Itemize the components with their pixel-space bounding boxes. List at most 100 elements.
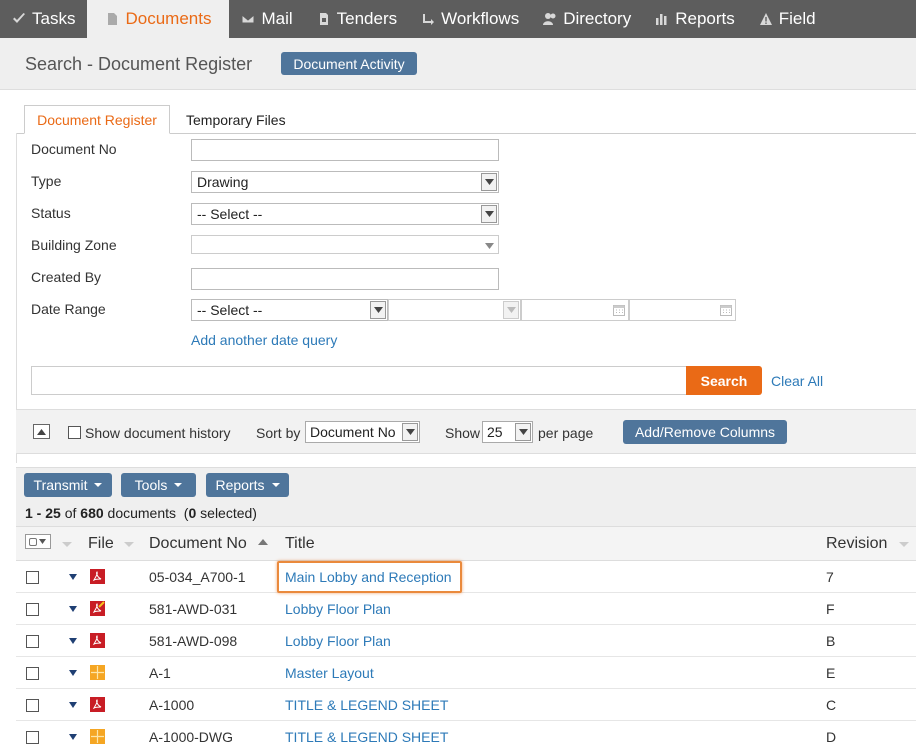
clear-all-link[interactable]: Clear All: [771, 373, 823, 389]
table-row[interactable]: 581-AWD-031 Lobby Floor Plan F: [16, 593, 916, 625]
tab-temporary-files[interactable]: Temporary Files: [186, 105, 286, 134]
row-checkbox[interactable]: [26, 603, 39, 616]
table-row[interactable]: A-1000-DWG TITLE & LEGEND SHEET D: [16, 721, 916, 749]
caret-down-icon: [174, 483, 183, 487]
status-select[interactable]: -- Select --: [191, 203, 499, 225]
document-no-input[interactable]: [191, 139, 499, 161]
nav-workflows[interactable]: Workflows: [409, 0, 531, 38]
tab-document-register[interactable]: Document Register: [24, 105, 170, 134]
pdf-icon[interactable]: [90, 569, 105, 584]
document-no-cell: A-1: [149, 665, 171, 681]
sort-by-select[interactable]: Document No: [305, 421, 420, 443]
row-checkbox[interactable]: [26, 635, 39, 648]
sort-ascending-icon[interactable]: [258, 539, 268, 545]
row-menu-icon[interactable]: [69, 702, 77, 708]
title-link[interactable]: Master Layout: [285, 665, 374, 681]
nav-tasks[interactable]: Tasks: [0, 0, 87, 38]
row-checkbox[interactable]: [26, 667, 39, 680]
document-icon: [108, 13, 118, 25]
date-to-input[interactable]: [629, 299, 736, 321]
nav-directory[interactable]: Directory: [531, 0, 643, 38]
caret-down-icon: [94, 483, 103, 487]
nav-mail[interactable]: Mail: [229, 0, 304, 38]
select-all-checkbox[interactable]: [25, 534, 51, 549]
title-link[interactable]: Lobby Floor Plan: [285, 633, 391, 649]
page-size-select[interactable]: 25: [482, 421, 533, 443]
search-button[interactable]: Search: [686, 366, 762, 395]
transmit-label: Transmit: [33, 477, 88, 493]
created-by-label: Created By: [31, 269, 102, 285]
revision-cell: B: [826, 633, 836, 649]
tools-menu-button[interactable]: Tools: [121, 473, 196, 497]
per-page-label: per page: [538, 425, 594, 441]
date-from-input[interactable]: [521, 299, 629, 321]
column-menu-icon[interactable]: [62, 542, 72, 547]
chevron-down-icon: [402, 423, 418, 441]
column-menu-icon[interactable]: [124, 542, 134, 547]
row-menu-icon[interactable]: [69, 734, 77, 740]
pdf-markup-icon[interactable]: [90, 601, 105, 616]
cad-icon[interactable]: [90, 665, 105, 680]
results-documents: documents: [107, 505, 177, 521]
row-checkbox[interactable]: [26, 731, 39, 744]
column-menu-icon[interactable]: [899, 542, 909, 547]
row-menu-icon[interactable]: [69, 670, 77, 676]
results-count: 1 - 25 of 680 documents (0 selected): [25, 505, 257, 521]
row-menu-icon[interactable]: [69, 606, 77, 612]
collapse-search-button[interactable]: [33, 424, 50, 439]
row-checkbox[interactable]: [26, 571, 39, 584]
keyword-search-input[interactable]: [31, 366, 687, 395]
table-row[interactable]: 05-034_A700-1 Main Lobby and Reception 7: [16, 561, 916, 593]
page-header: Search - Document Register Document Acti…: [0, 38, 916, 90]
building-zone-select[interactable]: [191, 235, 499, 254]
type-value: Drawing: [197, 174, 249, 190]
type-select[interactable]: Drawing: [191, 171, 499, 193]
date-qualifier-select[interactable]: [388, 299, 521, 321]
reports-menu-button[interactable]: Reports: [206, 473, 289, 497]
title-link[interactable]: Lobby Floor Plan: [285, 601, 391, 617]
column-title[interactable]: Title: [285, 535, 315, 553]
column-revision[interactable]: Revision: [826, 535, 887, 553]
column-document-no[interactable]: Document No: [149, 535, 247, 553]
results-range: 1 - 25: [25, 505, 61, 521]
row-menu-icon[interactable]: [69, 638, 77, 644]
nav-field[interactable]: Field: [747, 0, 828, 38]
document-activity-button[interactable]: Document Activity: [281, 52, 417, 75]
show-history-checkbox[interactable]: [68, 426, 81, 439]
nav-label: Tasks: [32, 9, 76, 28]
date-range-select[interactable]: -- Select --: [191, 299, 388, 321]
add-date-query-link[interactable]: Add another date query: [191, 332, 337, 348]
table-row[interactable]: A-1000 TITLE & LEGEND SHEET C: [16, 689, 916, 721]
title-link[interactable]: Main Lobby and Reception: [285, 569, 452, 585]
status-value: -- Select --: [197, 206, 263, 222]
table-row[interactable]: A-1 Master Layout E: [16, 657, 916, 689]
revision-cell: 7: [826, 569, 834, 585]
add-remove-columns-button[interactable]: Add/Remove Columns: [623, 420, 787, 444]
options-bar: Show document history Sort by Document N…: [16, 409, 916, 454]
column-file[interactable]: File: [88, 535, 114, 553]
table-row[interactable]: 581-AWD-098 Lobby Floor Plan B: [16, 625, 916, 657]
nav-label: Field: [778, 9, 816, 28]
nav-reports[interactable]: Reports: [643, 0, 747, 38]
title-link[interactable]: TITLE & LEGEND SHEET: [285, 697, 448, 713]
calendar-icon[interactable]: [720, 304, 732, 316]
pdf-icon[interactable]: [90, 633, 105, 648]
title-link[interactable]: TITLE & LEGEND SHEET: [285, 729, 448, 745]
nav-tenders[interactable]: Tenders: [305, 0, 409, 38]
check-icon: [13, 13, 25, 23]
document-no-cell: A-1000: [149, 697, 195, 713]
nav-documents[interactable]: Documents: [87, 0, 230, 38]
tender-icon: [319, 13, 328, 25]
transmit-menu-button[interactable]: Transmit: [24, 473, 112, 497]
cad-icon[interactable]: [90, 729, 105, 744]
created-by-input[interactable]: [191, 268, 499, 290]
calendar-icon[interactable]: [613, 304, 625, 316]
revision-cell: C: [826, 697, 837, 713]
row-menu-icon[interactable]: [69, 574, 77, 580]
caret-down-icon: [271, 483, 280, 487]
pdf-icon[interactable]: [90, 697, 105, 712]
table-header: File Document No Title Revision: [16, 526, 916, 561]
row-checkbox[interactable]: [26, 699, 39, 712]
triangle-up-icon: [37, 428, 46, 435]
building-zone-label: Building Zone: [31, 237, 117, 253]
